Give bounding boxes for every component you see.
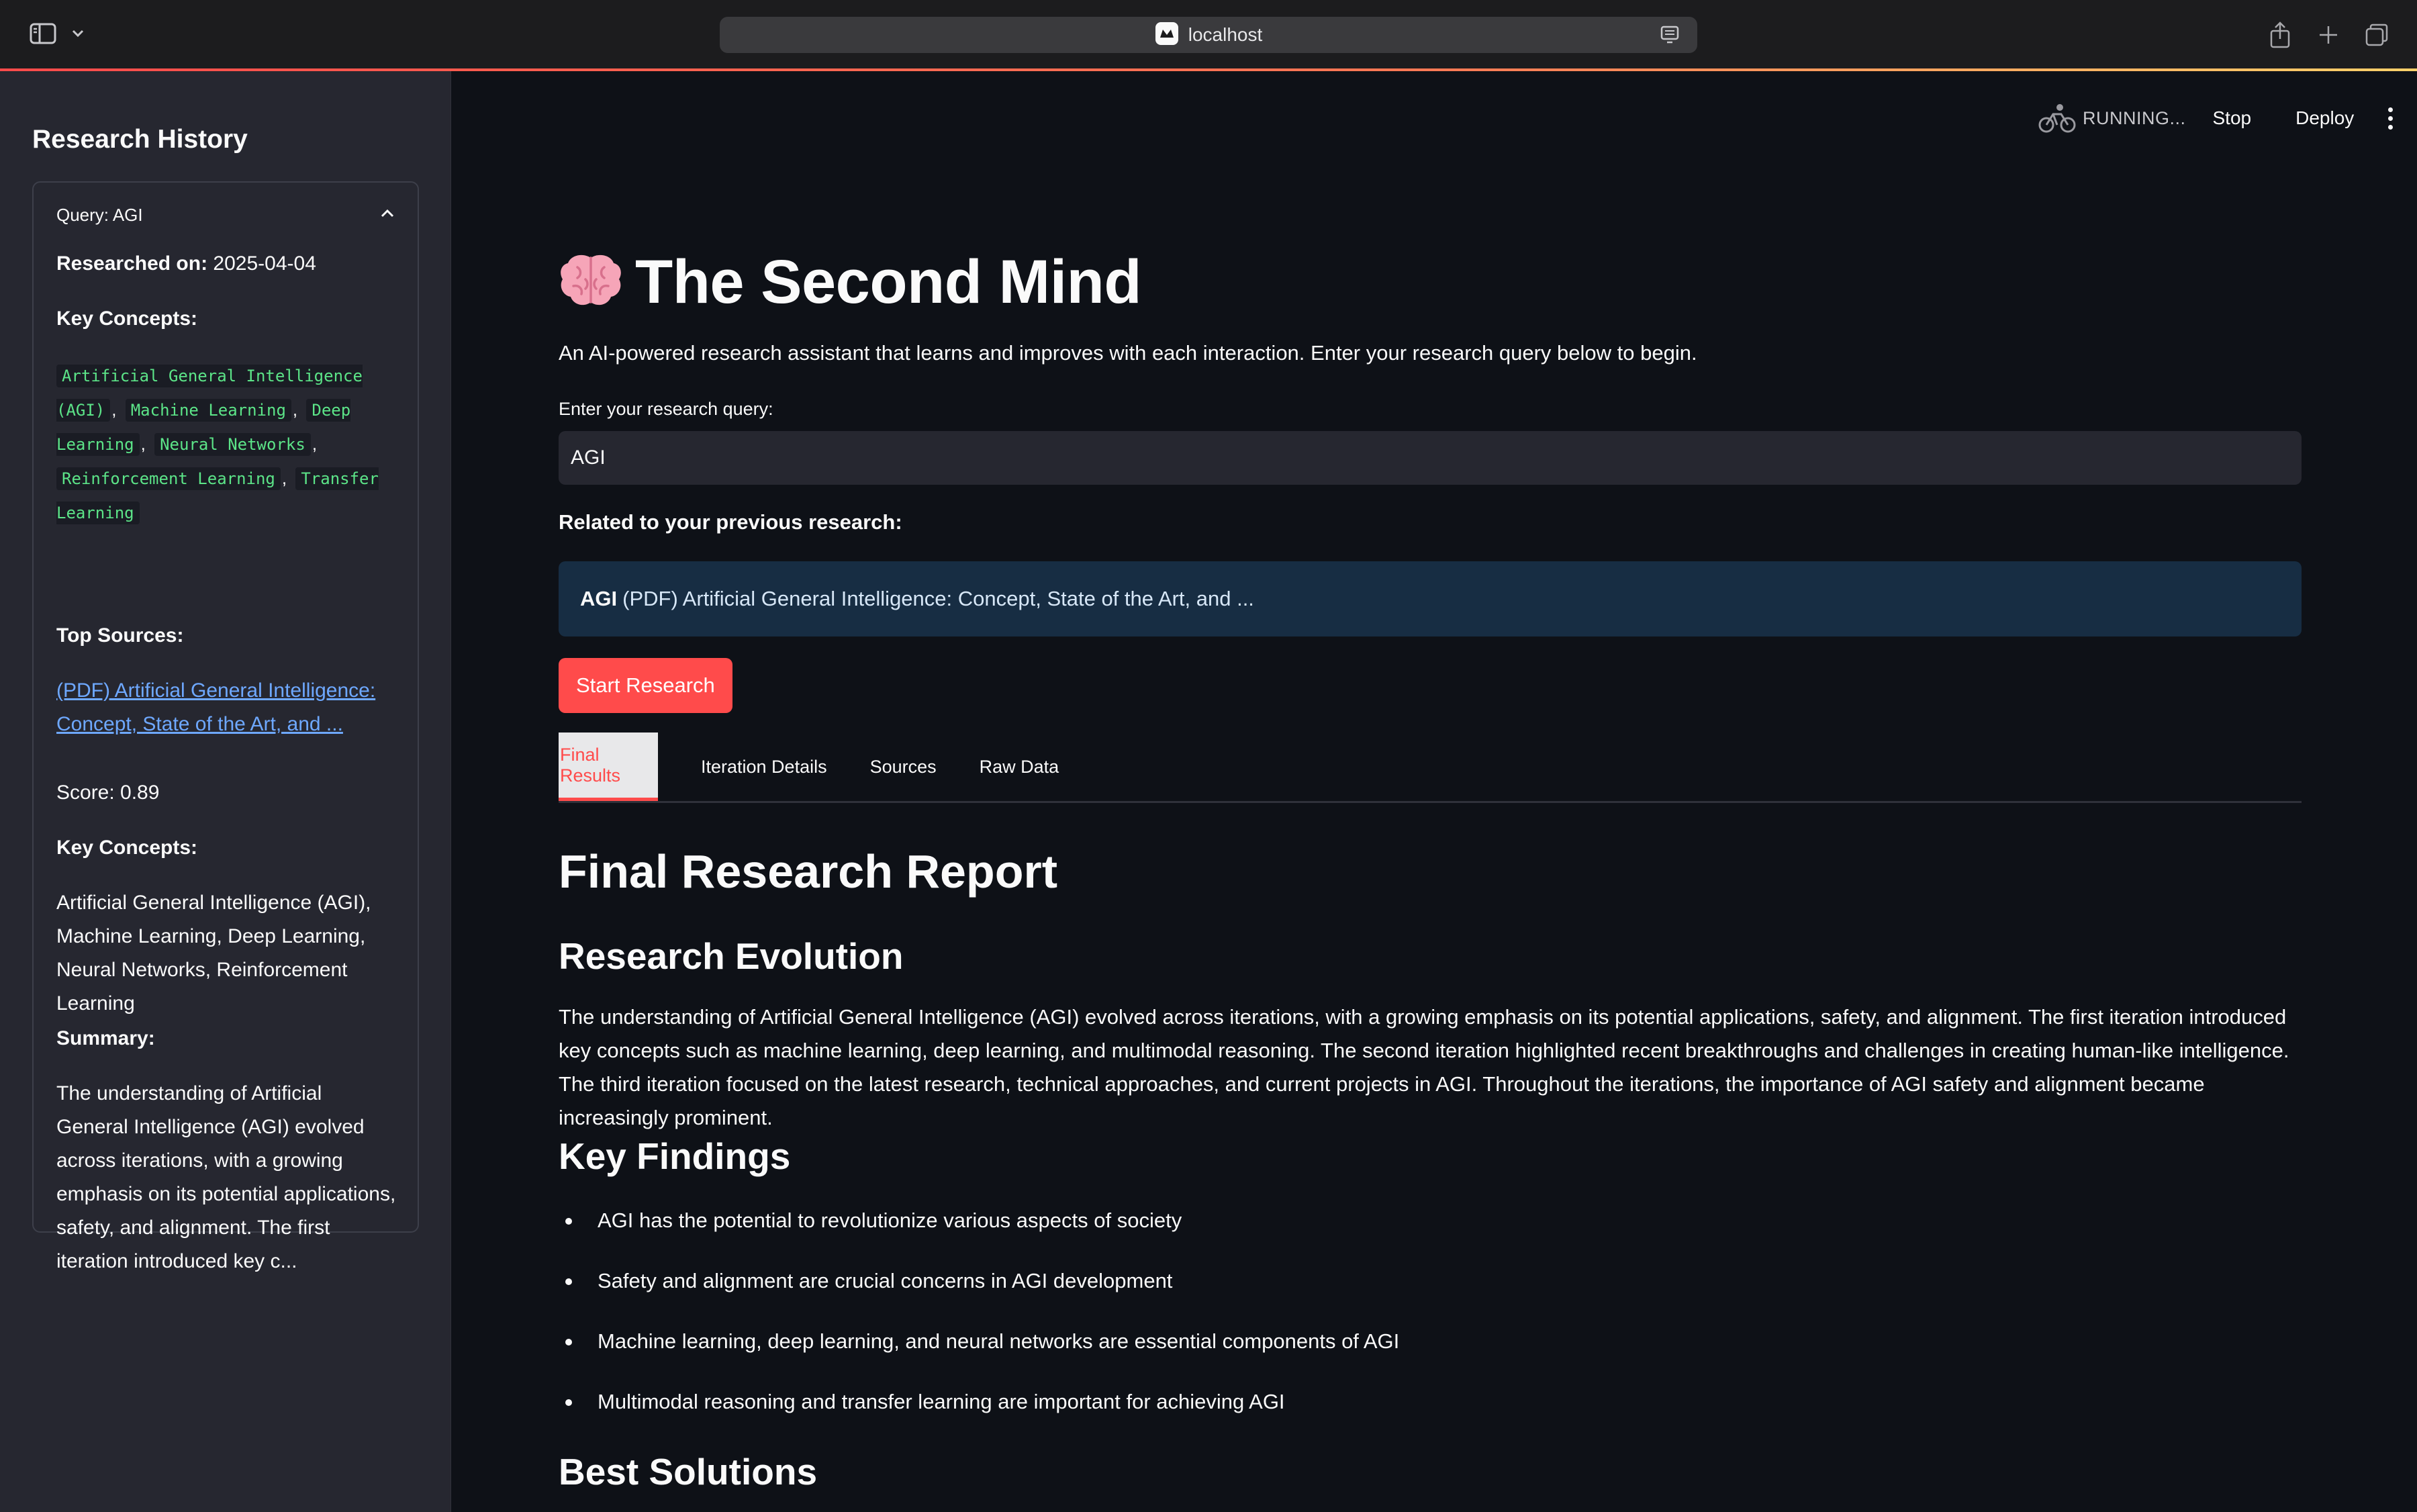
tab-sources[interactable]: Sources [870,733,937,801]
related-research-label: Related to your previous research: [559,510,902,534]
app-status-toolbar: RUNNING... Stop Deploy [2038,98,2397,138]
list-item: Machine learning, deep learning, and neu… [559,1324,1399,1384]
researched-on-row: Researched on: 2025-04-04 [56,247,399,281]
address-bar[interactable]: localhost [720,17,1697,53]
research-history-card: Query: AGI Researched on: 2025-04-04 Key… [32,181,419,1272]
list-item: Multimodal reasoning and transfer learni… [559,1384,1399,1445]
key-concept-code: Neural Networks [154,433,311,456]
research-evolution-heading: Research Evolution [559,935,904,977]
stop-button[interactable]: Stop [2213,107,2252,129]
brain-icon [559,252,623,312]
sidebar-title: Research History [32,125,248,154]
key-concepts-list: Artificial General Intelligence (AGI), M… [56,359,399,530]
report-title: Final Research Report [559,845,1057,898]
source-key-concepts-text: Artificial General Intelligence (AGI), M… [56,892,371,1014]
summary-text: The understanding of Artificial General … [56,1082,396,1272]
new-tab-icon[interactable] [2311,17,2346,52]
deploy-button[interactable]: Deploy [2295,107,2354,129]
running-status: RUNNING... [2083,107,2186,128]
site-favicon-icon [1155,21,1179,49]
chevron-up-icon[interactable] [380,209,395,222]
top-source-link[interactable]: (PDF) Artificial General Intelligence: C… [56,674,399,741]
related-query: AGI [580,587,618,610]
source-key-concepts-label: Key Concepts: [56,837,198,859]
page-title: The Second Mind [635,248,1142,316]
key-concept-code: Machine Learning [125,399,291,422]
results-tabs: Final Results Iteration Details Sources … [559,733,2302,803]
list-item: Safety and alignment are crucial concern… [559,1264,1399,1324]
reader-mode-icon[interactable] [1660,25,1680,48]
history-query-label: Query: AGI [56,204,143,225]
key-concepts-label: Key Concepts: [56,308,198,330]
history-expander-header[interactable]: Query: AGI [34,183,418,247]
researched-date: 2025-04-04 [213,252,316,275]
key-concept-code: Reinforcement Learning [56,467,281,490]
intro-text: An AI-powered research assistant that le… [559,341,1697,365]
best-solutions-heading: Best Solutions [559,1451,818,1493]
source-score: Score: 0.89 [56,782,160,804]
start-research-button[interactable]: Start Research [559,658,732,713]
query-input-label: Enter your research query: [559,399,773,419]
related-title: (PDF) Artificial General Intelligence: C… [622,587,1254,610]
tab-final-results[interactable]: Final Results [559,733,658,801]
tab-iteration-details[interactable]: Iteration Details [701,733,827,801]
page-title-row: The Second Mind [559,247,1142,318]
main-menu-icon[interactable] [2383,105,2397,132]
key-findings-heading: Key Findings [559,1135,791,1177]
address-text: localhost [1188,24,1263,45]
related-research-info-box: AGI (PDF) Artificial General Intelligenc… [559,561,2302,636]
research-evolution-text: The understanding of Artificial General … [559,1005,2289,1129]
tab-raw-data[interactable]: Raw Data [980,733,1059,801]
tab-overview-icon[interactable] [2359,17,2394,52]
research-query-input[interactable] [559,431,2302,485]
share-icon[interactable] [2263,17,2297,52]
list-item: AGI has the potential to revolutionize v… [559,1203,1399,1264]
key-findings-list: AGI has the potential to revolutionize v… [559,1203,1399,1445]
researched-label: Researched on: [56,252,208,275]
summary-label: Summary: [56,1027,155,1049]
chevron-down-icon[interactable] [67,21,89,46]
browser-toolbar: localhost [0,0,2417,70]
sidebar-toggle-icon[interactable] [24,19,62,48]
top-sources-label: Top Sources: [56,624,184,647]
running-cyclist-icon [2038,102,2076,134]
